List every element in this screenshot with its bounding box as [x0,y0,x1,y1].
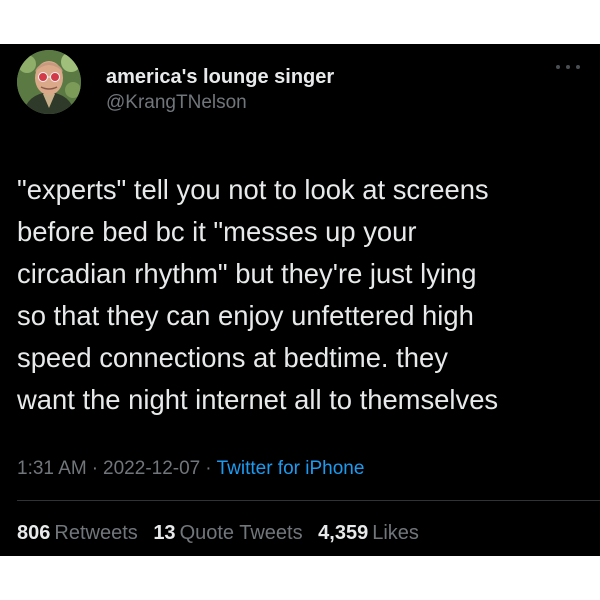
profile-photo-icon [17,50,81,114]
quote-tweets-stat[interactable]: 13 Quote Tweets [153,522,302,544]
tweet-stats: 806 Retweets 13 Quote Tweets 4,359 Likes [17,522,429,545]
quote-tweets-count: 13 [153,522,176,544]
tweet-card: america's lounge singer @KrangTNelson "e… [0,44,600,556]
retweets-count: 806 [17,522,51,544]
likes-label: Likes [372,522,419,544]
retweets-label: Retweets [54,522,138,544]
tweet-text-line: want the night internet all to themselve… [17,384,499,415]
divider [17,500,600,501]
likes-count: 4,359 [318,522,369,544]
tweet-text-line: before bed bc it "messes up your [17,216,417,247]
user-handle[interactable]: @KrangTNelson [106,92,247,114]
tweet-date[interactable]: 2022-12-07 [103,458,200,479]
more-options-icon[interactable] [556,60,580,74]
tweet-source-link[interactable]: Twitter for iPhone [217,458,365,479]
avatar[interactable] [17,50,81,114]
tweet-text-line: speed connections at bedtime. they [17,342,448,373]
retweets-stat[interactable]: 806 Retweets [17,522,138,544]
dot [566,65,570,69]
tweet-text-line: so that they can enjoy unfettered high [17,300,474,331]
meta-separator: · [91,458,99,479]
quote-tweets-label: Quote Tweets [179,522,303,544]
meta-separator: · [205,458,212,479]
likes-stat[interactable]: 4,359 Likes [318,522,419,544]
dot [556,65,560,69]
tweet-meta: 1:31 AM · 2022-12-07 · Twitter for iPhone [17,458,364,480]
tweet-text-line: "experts" tell you not to look at screen… [17,174,489,205]
tweet-time[interactable]: 1:31 AM [17,458,87,479]
display-name[interactable]: america's lounge singer [106,66,334,89]
dot [576,65,580,69]
tweet-text: "experts" tell you not to look at screen… [17,169,595,421]
tweet-text-line: circadian rhythm" but they're just lying [17,258,477,289]
